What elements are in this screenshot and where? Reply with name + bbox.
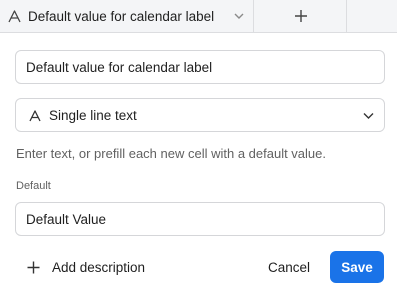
text-type-icon <box>29 110 41 122</box>
chevron-down-icon[interactable] <box>234 12 244 20</box>
plus-icon <box>27 261 40 273</box>
column-header[interactable]: Default value for calendar label <box>0 0 254 33</box>
field-type-select[interactable]: Single line text <box>15 98 385 132</box>
field-hint-text: Enter text, or prefill each new cell wit… <box>16 146 326 161</box>
default-value-input[interactable] <box>15 202 385 236</box>
add-description-label: Add description <box>52 259 146 275</box>
chevron-down-icon <box>363 113 374 119</box>
text-type-icon <box>8 10 21 23</box>
cancel-button[interactable]: Cancel <box>258 252 320 283</box>
field-name-input[interactable] <box>15 50 385 84</box>
next-column-header <box>348 0 397 33</box>
save-button[interactable]: Save <box>330 251 384 283</box>
default-value-label: Default <box>16 180 51 192</box>
grid-header-bar: Default value for calendar label <box>0 0 397 33</box>
plus-icon <box>295 10 307 22</box>
add-column-button[interactable] <box>255 0 347 33</box>
add-description-button[interactable]: Add description <box>27 253 145 281</box>
column-title: Default value for calendar label <box>28 9 215 24</box>
field-type-label: Single line text <box>49 108 137 123</box>
